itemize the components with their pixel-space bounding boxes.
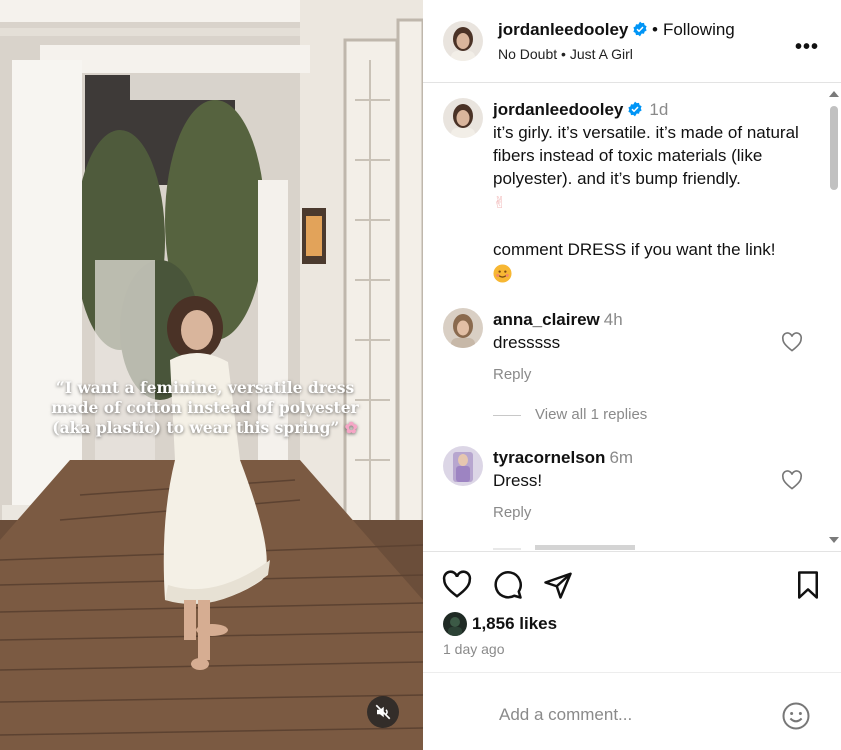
likes-count[interactable]: 1,856 likes (472, 614, 557, 634)
scroll-up-arrow-icon[interactable] (827, 88, 841, 100)
scrollbar-thumb[interactable] (830, 106, 838, 190)
caption-text-2: comment DRESS if you want the link! (493, 240, 776, 259)
caption-text-1: it’s girly. it’s versatile. it’s made of… (493, 123, 799, 188)
liker-avatar (443, 612, 467, 636)
comment-time[interactable]: 6m (609, 448, 633, 467)
smiling-emoji-icon (493, 264, 512, 283)
commenter-avatar[interactable] (443, 446, 483, 486)
flower-emoji-icon: ✿ (344, 418, 358, 437)
verified-badge-icon (628, 101, 642, 117)
separator-dot: • (652, 20, 658, 39)
comment-text: Dress! (493, 471, 543, 490)
mute-button[interactable] (367, 696, 399, 728)
replies-divider-line (493, 414, 521, 416)
reply-button[interactable]: Reply (493, 504, 531, 521)
comment-bubble-icon[interactable] (493, 570, 523, 600)
view-replies-label[interactable]: View all 1 replies (535, 406, 647, 423)
commenter-avatar[interactable] (443, 308, 483, 348)
post-details-panel: jordanleedooley • Following No Doubt • Ju… (423, 0, 841, 750)
hand-emoji-icon: ✌ (493, 195, 507, 212)
like-comment-heart-icon[interactable] (781, 470, 803, 490)
comments-scrollbar[interactable] (827, 84, 841, 550)
comment-item: tyracornelson 6m Dress! Reply (443, 446, 823, 526)
like-heart-icon[interactable] (442, 570, 472, 600)
like-comment-heart-icon[interactable] (781, 332, 803, 352)
view-replies-button[interactable]: View all 1 replies (493, 406, 647, 423)
add-comment-input[interactable]: Add a comment... (499, 705, 632, 725)
commenter-username[interactable]: tyracornelson (493, 448, 605, 467)
post-header: jordanleedooley • Following No Doubt • Ju… (423, 0, 841, 83)
emoji-picker-icon[interactable] (781, 701, 811, 731)
following-button[interactable]: • Following (652, 20, 735, 40)
comments-list[interactable]: jordanleedooley 1d it’s girly. it’s vers… (423, 84, 841, 550)
clipped-next-row (493, 545, 635, 550)
save-bookmark-icon[interactable] (793, 570, 823, 600)
caption-author-avatar[interactable] (443, 98, 483, 138)
video-text-overlay: “I want a feminine, versatile dress made… (30, 378, 380, 438)
speaker-muted-icon (375, 704, 391, 720)
scroll-down-arrow-icon[interactable] (827, 534, 841, 546)
caption-body: jordanleedooley 1d it’s girly. it’s vers… (493, 98, 803, 289)
author-username[interactable]: jordanleedooley (498, 20, 648, 40)
commenter-username[interactable]: anna_clairew (493, 310, 600, 329)
caption-username[interactable]: jordanleedooley (493, 100, 623, 119)
more-options-icon[interactable]: ••• (795, 36, 819, 59)
audio-track-link[interactable]: No Doubt • Just A Girl (498, 46, 633, 62)
comment-text: dresssss (493, 333, 561, 352)
reel-video-frame (0, 0, 423, 750)
author-username-text[interactable]: jordanleedooley (498, 20, 628, 39)
comment-time[interactable]: 4h (604, 310, 623, 329)
reel-video[interactable]: “I want a feminine, versatile dress made… (0, 0, 423, 750)
verified-badge-icon (633, 21, 647, 37)
post-actions: 1,856 likes 1 day ago (423, 551, 841, 671)
following-label[interactable]: Following (663, 20, 735, 39)
comment-item: anna_clairew 4h dresssss Reply (443, 308, 823, 388)
post-date[interactable]: 1 day ago (443, 641, 505, 657)
author-avatar[interactable] (443, 21, 483, 61)
overlay-caption: “I want a feminine, versatile dress made… (51, 378, 359, 437)
caption-time[interactable]: 1d (649, 100, 668, 119)
reply-button[interactable]: Reply (493, 366, 531, 383)
share-send-icon[interactable] (543, 570, 573, 600)
add-comment-bar: Add a comment... (423, 672, 841, 750)
